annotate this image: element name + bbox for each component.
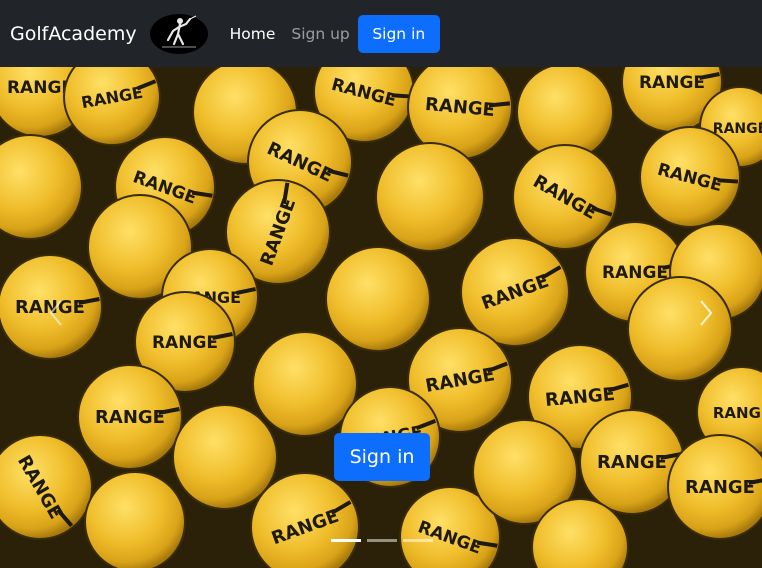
carousel-next-control[interactable] [686, 281, 726, 345]
nav-link-signup[interactable]: Sign up [291, 25, 349, 43]
carousel-indicators [331, 539, 433, 542]
golf-ball: RANGE [0, 434, 93, 540]
svg-text:RANGE: RANGE [639, 73, 705, 93]
golf-ball [375, 142, 485, 252]
svg-text:RANGE: RANGE [602, 263, 668, 283]
svg-text:RANGE: RANGE [597, 452, 667, 473]
top-navbar: GolfAcademy Home Sign up Sign in [0, 0, 762, 67]
golf-ball: RANGE [639, 126, 741, 228]
golf-balls-photo: RANGE RANGE RANGE RANGERANGERANGERANGERANGE… [0, 67, 762, 568]
golfer-silhouette-icon[interactable] [149, 13, 208, 54]
golf-ball: RANGE [250, 472, 360, 568]
carousel-indicator-1[interactable] [331, 539, 361, 542]
nav-link-home[interactable]: Home [230, 25, 276, 43]
golf-ball [84, 471, 186, 568]
svg-text:RANGE: RANGE [152, 333, 218, 353]
chevron-left-icon [49, 300, 62, 326]
carousel-prev-control[interactable] [36, 281, 76, 345]
svg-text:RANGE: RANGE [713, 121, 762, 137]
golf-ball: RANGE [667, 434, 762, 540]
nav-signin-button[interactable]: Sign in [357, 14, 440, 53]
svg-text:RANGE: RANGE [685, 477, 755, 498]
golf-ball: RANGE [512, 144, 618, 250]
carousel-indicator-2[interactable] [367, 539, 397, 542]
caption-signin-button[interactable]: Sign in [334, 433, 430, 481]
golf-ball [172, 404, 278, 510]
svg-text:RANGE: RANGE [95, 407, 165, 428]
golf-ball: RANGE [460, 237, 570, 347]
golf-ball: RANGE [77, 364, 183, 470]
golf-ball [325, 246, 431, 352]
chevron-right-icon [700, 300, 713, 326]
svg-text:RANGE: RANGE [713, 404, 762, 422]
golf-ball [252, 331, 358, 437]
brand-name[interactable]: GolfAcademy [10, 23, 137, 45]
hero-carousel: RANGE RANGE RANGE RANGE RANGE RANGE RANGE RANGE… [0, 67, 762, 568]
carousel-indicator-3[interactable] [403, 539, 433, 542]
